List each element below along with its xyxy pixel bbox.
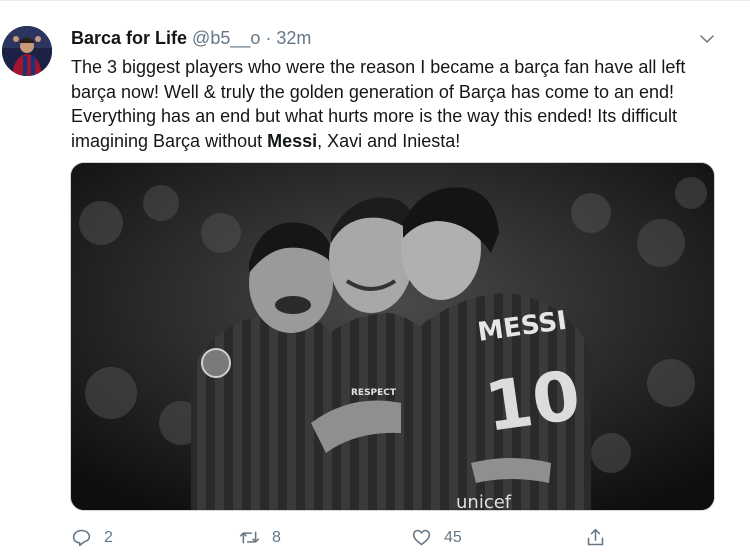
- like-count: 45: [444, 528, 462, 546]
- players-photo: MESSI 10 unicef RESPECT: [71, 163, 714, 511]
- separator-dot: ·: [265, 28, 272, 48]
- retweet-button[interactable]: 8: [239, 527, 281, 548]
- tweet-text-bold: Messi: [267, 130, 318, 151]
- timestamp[interactable]: 32m: [276, 28, 311, 49]
- tweet-divider: [0, 0, 750, 1]
- retweet-icon: [239, 531, 260, 544]
- share-icon: [587, 528, 604, 546]
- share-button[interactable]: [585, 527, 606, 548]
- tweet[interactable]: Barca for Life @b5__o · 32m The 3 bigges…: [0, 0, 750, 560]
- heart-icon: [412, 529, 431, 546]
- author-name[interactable]: Barca for Life: [71, 28, 187, 49]
- reply-button[interactable]: 2: [71, 527, 113, 548]
- avatar[interactable]: [2, 26, 52, 76]
- retweet-count: 8: [272, 528, 281, 546]
- reply-icon: [72, 529, 91, 547]
- tweet-actions: 2 8 45: [71, 527, 611, 549]
- chevron-down-icon[interactable]: [698, 30, 716, 48]
- author-handle[interactable]: @b5__o: [192, 28, 260, 49]
- jersey-number: 10: [480, 356, 585, 447]
- avatar-image: [2, 26, 52, 76]
- tweet-photo[interactable]: MESSI 10 unicef RESPECT: [70, 162, 715, 511]
- tweet-text-part2: , Xavi and Iniesta!: [317, 130, 461, 151]
- jersey-sponsor: unicef: [456, 492, 512, 511]
- jersey-badge: RESPECT: [351, 388, 397, 398]
- reply-count: 2: [104, 528, 113, 546]
- like-button[interactable]: 45: [411, 527, 462, 548]
- tweet-header: Barca for Life @b5__o · 32m: [71, 28, 311, 50]
- tweet-text: The 3 biggest players who were the reaso…: [71, 55, 731, 153]
